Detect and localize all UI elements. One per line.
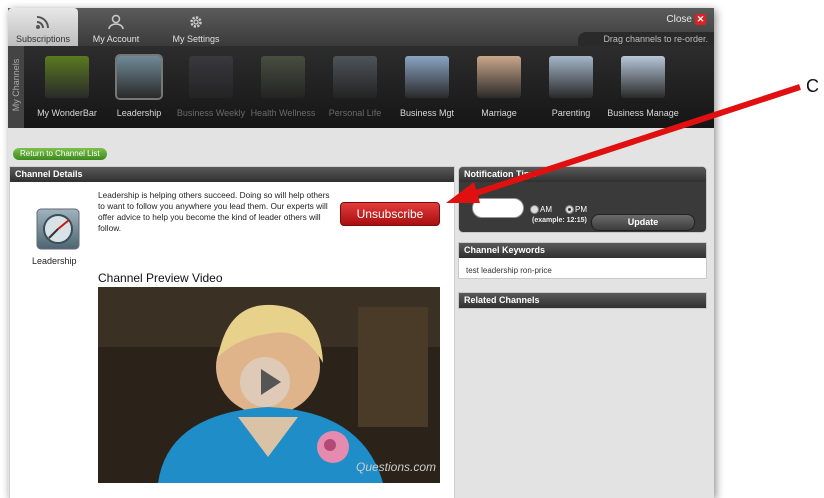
annotation-callout-text: C (806, 76, 819, 96)
annotation-arrow (446, 84, 801, 203)
